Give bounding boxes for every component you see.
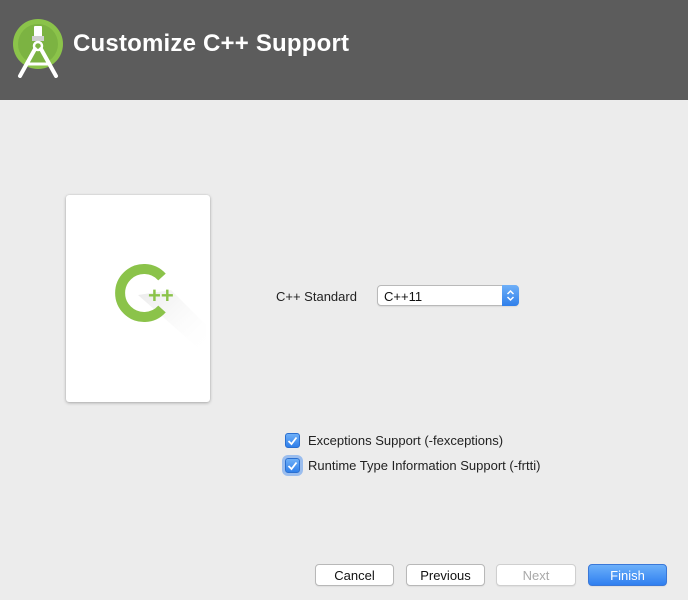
wizard-header: Customize C++ Support (0, 0, 688, 100)
svg-text:++: ++ (148, 283, 174, 308)
cpp-logo-icon: ++ (115, 264, 206, 355)
checkmark-icon (287, 461, 298, 470)
cpp-standard-select[interactable]: C++11 (377, 285, 519, 306)
exceptions-option[interactable]: Exceptions Support (-fexceptions) (285, 433, 503, 448)
page-title: Customize C++ Support (73, 30, 350, 57)
finish-button[interactable]: Finish (588, 564, 667, 586)
cpp-preview-card: ++ (66, 195, 210, 402)
rtti-option[interactable]: Runtime Type Information Support (-frtti… (285, 458, 540, 473)
exceptions-label[interactable]: Exceptions Support (-fexceptions) (308, 433, 503, 448)
next-button[interactable]: Next (496, 564, 576, 586)
exceptions-checkbox[interactable] (285, 433, 300, 448)
android-studio-icon (13, 19, 63, 78)
cpp-standard-value: C++11 (384, 289, 423, 304)
cpp-standard-label: C++ Standard (276, 289, 357, 304)
rtti-checkbox[interactable] (285, 458, 300, 473)
rtti-label[interactable]: Runtime Type Information Support (-frtti… (308, 458, 540, 473)
chevron-updown-icon[interactable] (502, 285, 519, 306)
previous-button[interactable]: Previous (406, 564, 485, 586)
cancel-button[interactable]: Cancel (315, 564, 394, 586)
checkmark-icon (287, 436, 298, 445)
